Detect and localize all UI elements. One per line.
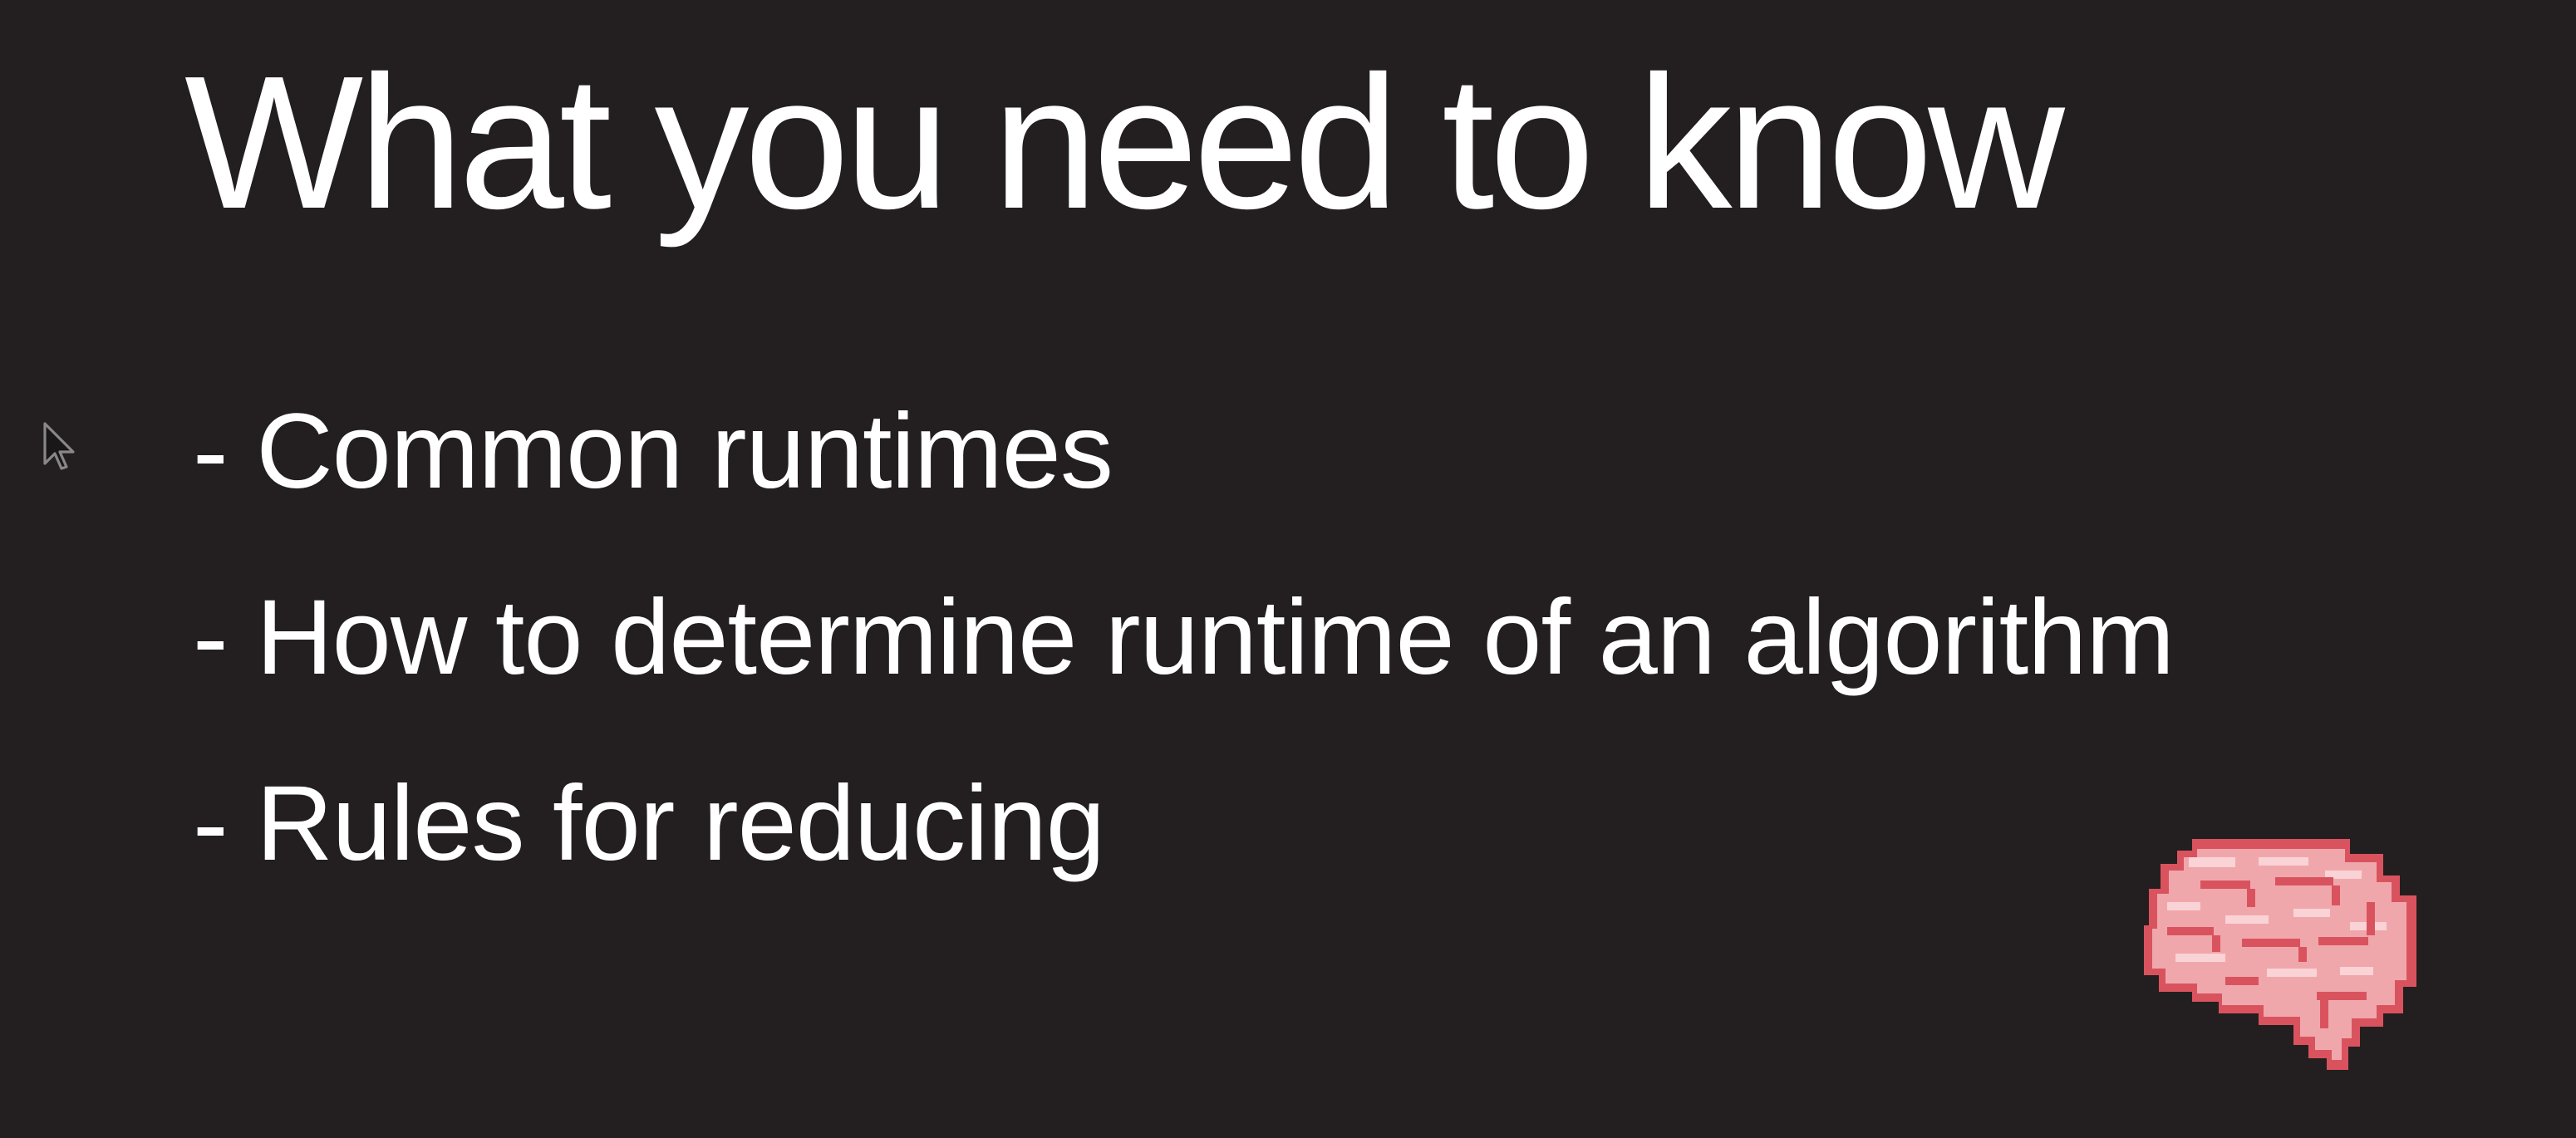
bullet-rules-for-reducing: - Rules for reducing <box>193 764 1105 883</box>
bullet-list: - Common runtimes - How to determine run… <box>193 359 2175 917</box>
slide-title: What you need to know <box>184 37 2065 248</box>
mouse-pointer-icon <box>43 422 75 470</box>
bullet-common-runtimes: - Common runtimes <box>193 392 1113 511</box>
brain-icon <box>2144 839 2416 1070</box>
slide: What you need to know - Common runtimes … <box>0 0 2576 1138</box>
bullet-determine-runtime: - How to determine runtime of an algorit… <box>193 578 2175 697</box>
